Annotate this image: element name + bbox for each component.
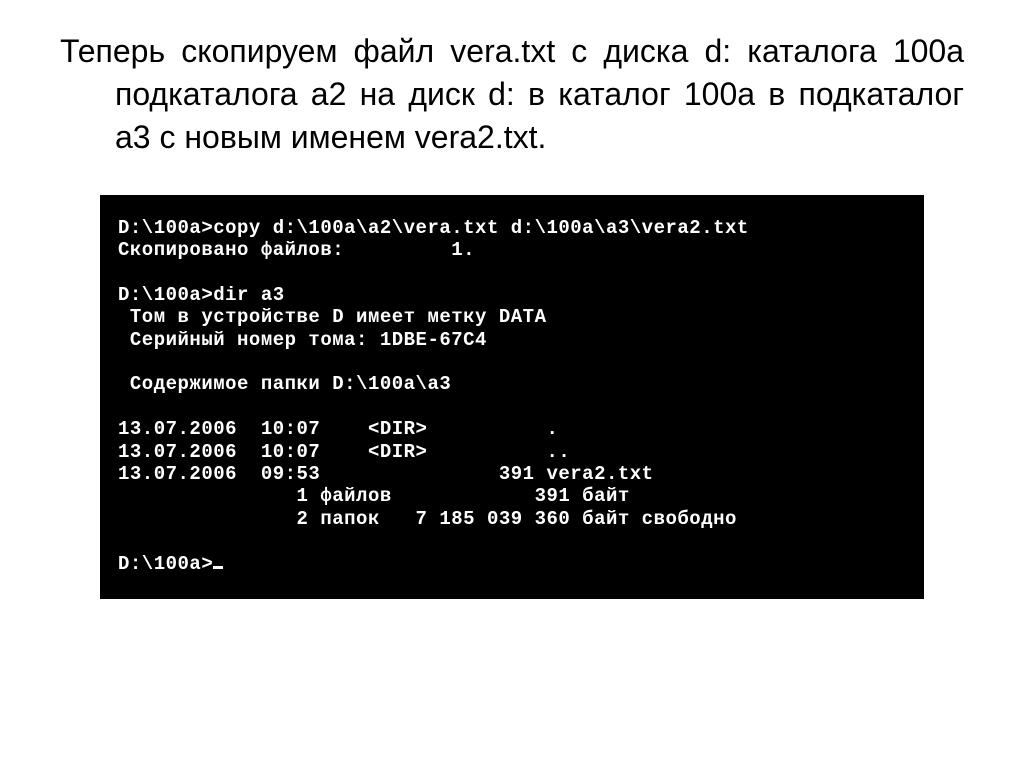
slide: Теперь скопируем файл vera.txt с диска d… (0, 0, 1024, 768)
dir-row: 13.07.2006 09:53 391 vera2.txt (118, 463, 654, 485)
terminal-content: D:\100a>copy d:\100a\a2\vera.txt d:\100a… (118, 217, 906, 576)
output-line: Том в устройстве D имеет метку DATA (118, 306, 546, 328)
output-line: Серийный номер тома: 1DBE-67C4 (118, 329, 487, 351)
dir-summary: 2 папок 7 185 039 360 байт свободно (118, 508, 737, 530)
prompt: D:\100a> (118, 217, 213, 239)
description-span: Теперь скопируем файл vera.txt с диска d… (60, 30, 964, 160)
prompt: D:\100a> (118, 553, 213, 575)
cursor-icon (213, 566, 223, 569)
dir-row: 13.07.2006 10:07 <DIR> .. (118, 441, 570, 463)
terminal-window: D:\100a>copy d:\100a\a2\vera.txt d:\100a… (100, 195, 924, 600)
prompt: D:\100a> (118, 284, 213, 306)
output-line: Скопировано файлов: 1. (118, 239, 475, 261)
command: dir a3 (213, 284, 284, 306)
command: copy d:\100a\a2\vera.txt d:\100a\a3\vera… (213, 217, 749, 239)
description-text: Теперь скопируем файл vera.txt с диска d… (60, 30, 964, 160)
dir-summary: 1 файлов 391 байт (118, 485, 630, 507)
output-line: Содержимое папки D:\100a\a3 (118, 373, 451, 395)
dir-row: 13.07.2006 10:07 <DIR> . (118, 418, 558, 440)
